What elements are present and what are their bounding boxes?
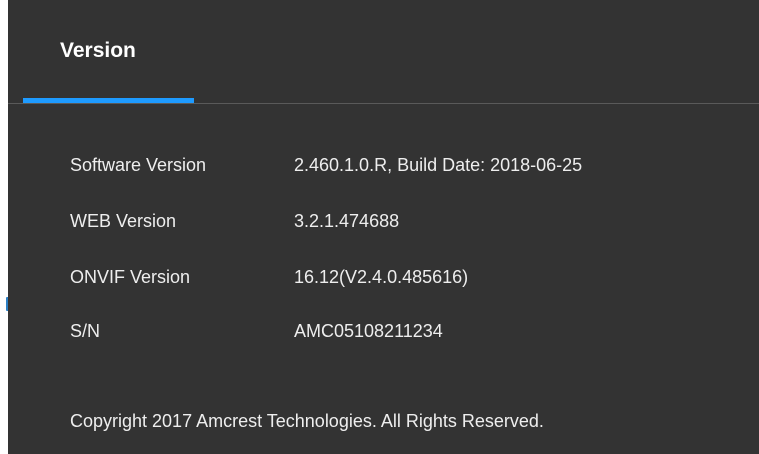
- onvif-version-row: ONVIF Version 16.12(V2.4.0.485616): [70, 264, 710, 290]
- serial-number-row: S/N AMC05108211234: [70, 318, 710, 344]
- software-version-label: Software Version: [70, 155, 207, 175]
- web-version-value: 3.2.1.474688: [294, 211, 400, 231]
- software-version-value: 2.460.1.0.R, Build Date: 2018-06-25: [294, 155, 583, 175]
- copyright-text: Copyright 2017 Amcrest Technologies. All…: [70, 411, 544, 431]
- serial-number-value: AMC05108211234: [294, 321, 443, 341]
- active-tab-indicator: [23, 98, 194, 103]
- web-version-label: WEB Version: [70, 211, 177, 231]
- serial-number-label: S/N: [70, 321, 101, 341]
- onvif-version-value: 16.12(V2.4.0.485616): [294, 267, 469, 287]
- onvif-version-label: ONVIF Version: [70, 267, 191, 287]
- tab-version[interactable]: Version: [60, 38, 136, 64]
- tab-bar: Version: [8, 0, 759, 104]
- version-panel: Version Software Version 2.460.1.0.R, Bu…: [8, 0, 759, 454]
- web-version-row: WEB Version 3.2.1.474688: [70, 208, 710, 234]
- software-version-row: Software Version 2.460.1.0.R, Build Date…: [70, 152, 710, 178]
